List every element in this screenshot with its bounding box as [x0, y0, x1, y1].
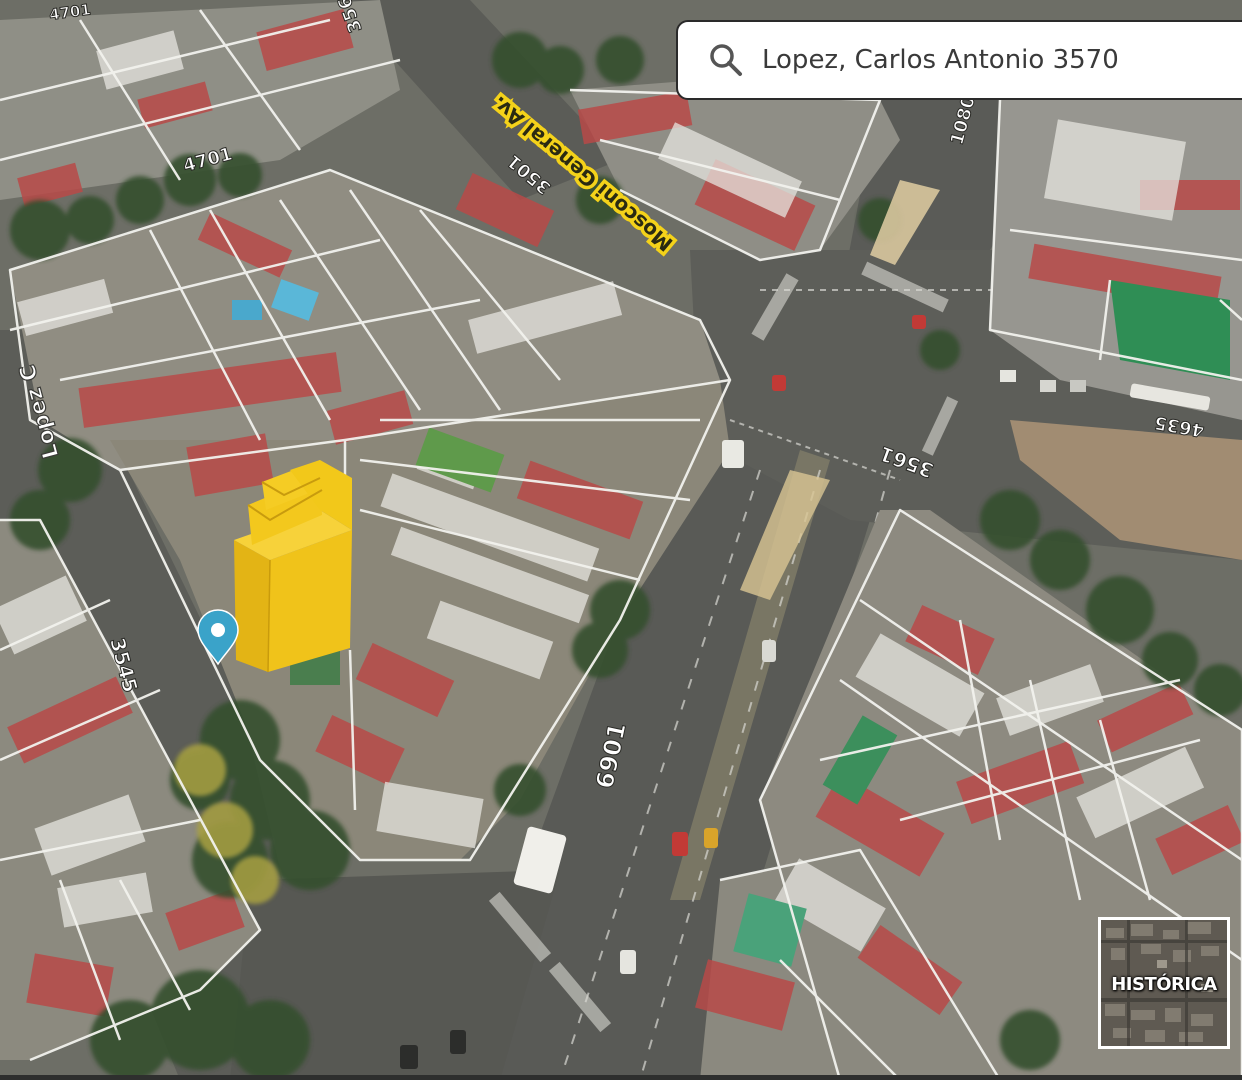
bottom-bar	[0, 1075, 1242, 1080]
map-canvas[interactable]: Mosconi General Av. Lopez C 3561 4701 35…	[0, 0, 1242, 1080]
historica-label: HISTÓRICA	[1111, 974, 1217, 995]
search-input[interactable]: Lopez, Carlos Antonio 3570	[762, 45, 1119, 75]
search-box[interactable]: Lopez, Carlos Antonio 3570	[676, 20, 1242, 100]
search-icon	[710, 44, 742, 76]
historica-button[interactable]: HISTÓRICA	[1098, 917, 1230, 1049]
